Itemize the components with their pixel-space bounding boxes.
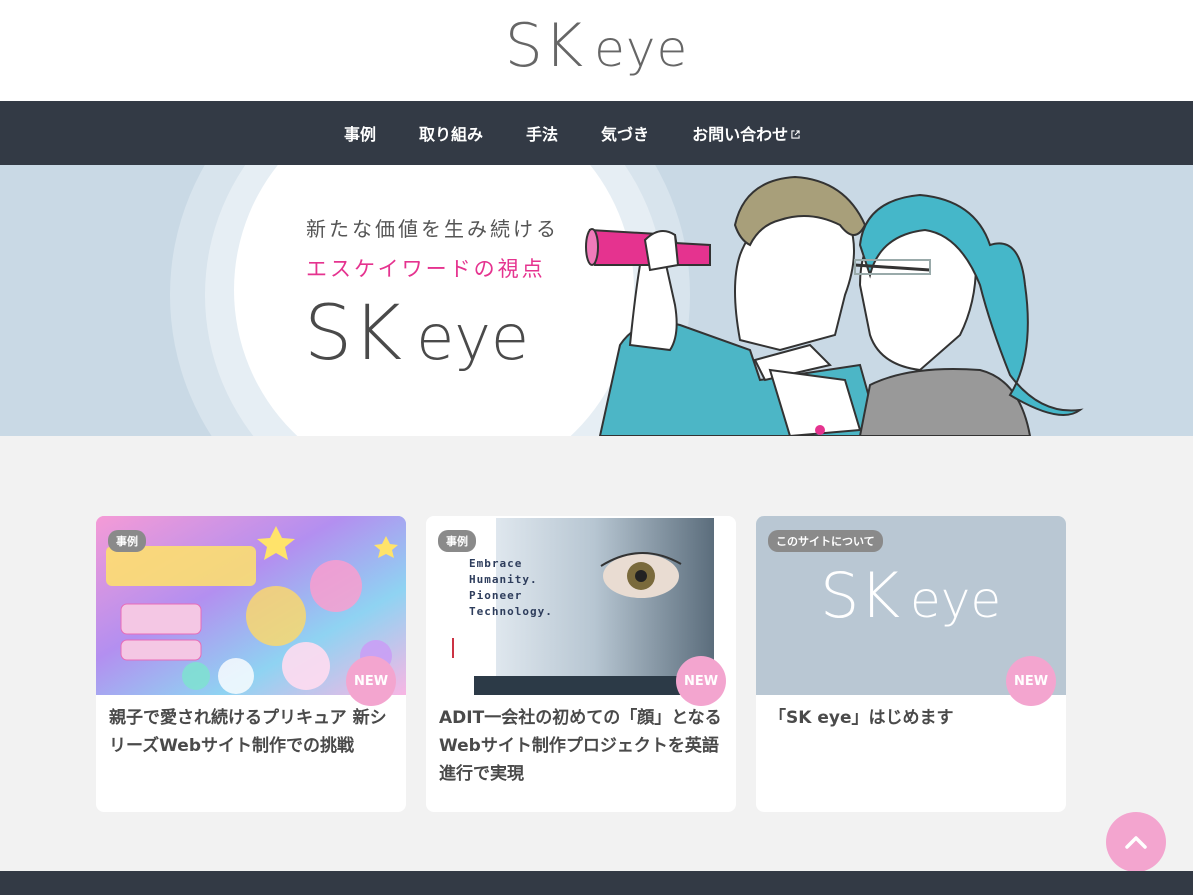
back-to-top-button[interactable]: [1106, 812, 1166, 872]
external-link-icon: [791, 130, 800, 139]
nav-item-insights[interactable]: 気づき: [601, 121, 649, 145]
card-title[interactable]: 親子で愛され続けるプリキュア 新シリーズWebサイト制作での挑戦: [109, 704, 394, 760]
logo-eye: eye: [594, 20, 689, 78]
hero-tagline: 新たな価値を生み続ける: [306, 217, 559, 241]
nav-item-contact-label: お問い合わせ: [692, 125, 789, 144]
thumb-slogan-line: Pioneer: [469, 589, 523, 602]
thumb-slogan-line: Humanity.: [469, 573, 538, 586]
hero-logo-sk: SK: [304, 288, 403, 377]
hero-logo: SK eye: [304, 285, 529, 386]
hero-subtitle: エスケイワードの視点: [306, 257, 546, 281]
card-category-tag: 事例: [438, 530, 476, 552]
thumb-slogan: Embrace Humanity. Pioneer Technology.: [469, 556, 553, 620]
new-badge: NEW: [346, 656, 396, 706]
thumb-logo-eye: eye: [910, 571, 1002, 629]
hero-illustration: [585, 175, 1084, 436]
article-card[interactable]: 事例 Embrace Humanity. Pioneer Technology.…: [426, 516, 736, 812]
article-card[interactable]: 事例 NEW 親子で愛され続けるプリキュア 新シリーズWebサイト制作での挑戦: [96, 516, 406, 812]
logo-sk: SK: [504, 11, 585, 81]
article-card[interactable]: SK eye このサイトについて NEW 「SK eye」はじめます: [756, 516, 1066, 812]
new-badge: NEW: [1006, 656, 1056, 706]
thumb-slogan-line: Technology.: [469, 605, 553, 618]
nav-item-cases[interactable]: 事例: [344, 121, 376, 145]
nav-item-contact[interactable]: お問い合わせ: [692, 121, 800, 145]
card-title[interactable]: ADIT一会社の初めての「顔」となるWebサイト制作プロジェクトを英語進行で実現: [439, 704, 724, 788]
hero-logo-eye: eye: [416, 301, 530, 374]
nav-item-methods[interactable]: 手法: [526, 121, 558, 145]
thumb-logo: SK eye: [820, 556, 1001, 640]
card-category-tag: このサイトについて: [768, 530, 883, 552]
site-logo[interactable]: SK eye: [0, 0, 1193, 101]
thumb-slogan-line: Embrace: [469, 557, 523, 570]
site-footer: [0, 871, 1193, 895]
card-title[interactable]: 「SK eye」はじめます: [769, 704, 1054, 732]
hero-banner: 新たな価値を生み続ける エスケイワードの視点 SK eye: [0, 165, 1193, 436]
site-header: SK eye: [0, 0, 1193, 101]
main-nav: 事例 取り組み 手法 気づき お問い合わせ: [0, 101, 1193, 165]
thumb-logo-sk: SK: [820, 559, 901, 632]
chevron-up-icon: [1125, 836, 1147, 849]
new-badge: NEW: [676, 656, 726, 706]
nav-item-initiatives[interactable]: 取り組み: [419, 121, 483, 145]
card-category-tag: 事例: [108, 530, 146, 552]
